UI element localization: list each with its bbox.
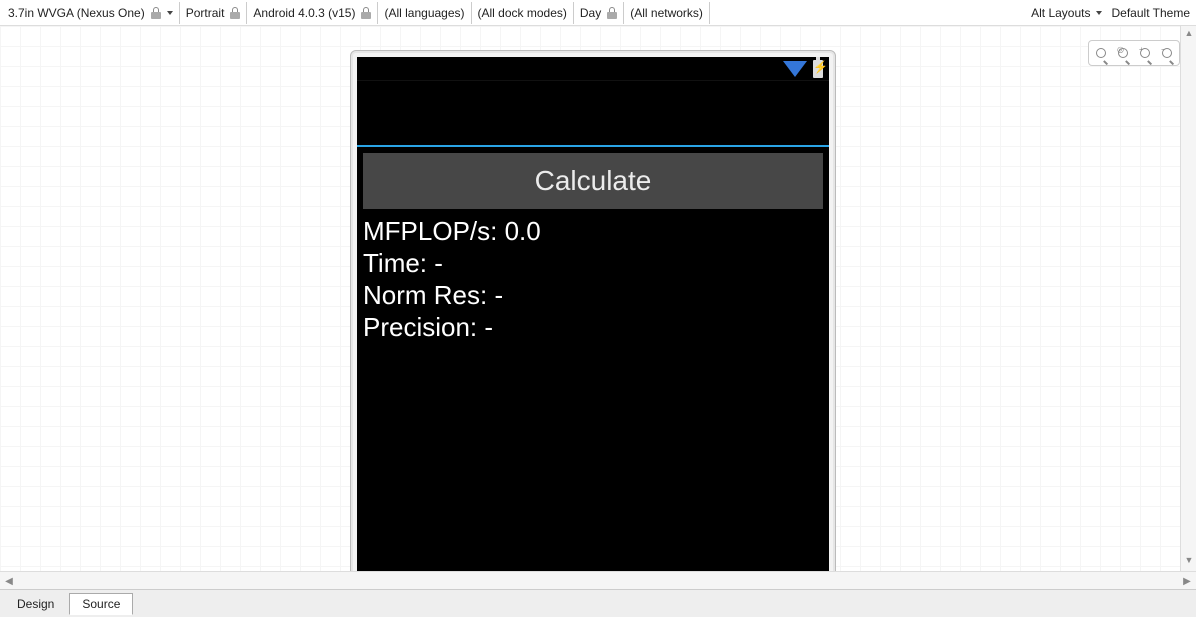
horizontal-scrollbar[interactable]: ◀ ▶ [0, 571, 1196, 589]
zoom-fit-button[interactable]: ◎ [1113, 43, 1133, 63]
device-selector[interactable]: 3.7in WVGA (Nexus One) [2, 2, 180, 24]
api-selector[interactable]: Android 4.0.3 (v15) [247, 2, 378, 24]
battery-charging-icon [813, 60, 823, 78]
theme-dropdown[interactable]: Default Theme [1112, 6, 1191, 20]
languages-label: (All languages) [384, 6, 464, 20]
dock-label: (All dock modes) [478, 6, 567, 20]
chevron-down-icon [1096, 11, 1102, 15]
results-panel: MFPLOP/s: 0.0 Time: - Norm Res: - Precis… [363, 209, 823, 343]
device-frame: Calculate MFPLOP/s: 0.0 Time: - Norm Res… [350, 50, 836, 571]
android-status-bar [357, 57, 829, 81]
android-action-bar [357, 81, 829, 147]
precision-text: Precision: - [363, 311, 823, 343]
dock-selector[interactable]: (All dock modes) [472, 2, 574, 24]
lock-icon [361, 7, 371, 19]
theme-label: Default Theme [1112, 6, 1191, 20]
tab-source[interactable]: Source [69, 593, 133, 615]
orientation-selector[interactable]: Portrait [180, 2, 248, 24]
daynight-selector[interactable]: Day [574, 2, 624, 24]
zoom-toolbar: ◎ + − [1088, 40, 1180, 66]
scroll-left-arrow-icon[interactable]: ◀ [2, 574, 16, 588]
lock-icon [230, 7, 240, 19]
editor-tabs: Design Source [0, 589, 1196, 617]
normres-text: Norm Res: - [363, 279, 823, 311]
vertical-scrollbar[interactable]: ▲ ▼ [1180, 26, 1196, 571]
calculate-button[interactable]: Calculate [363, 153, 823, 209]
networks-label: (All networks) [630, 6, 703, 20]
alt-layouts-label: Alt Layouts [1031, 6, 1090, 20]
scroll-down-arrow-icon[interactable]: ▼ [1183, 555, 1195, 569]
tab-design[interactable]: Design [4, 593, 67, 615]
alt-layouts-dropdown[interactable]: Alt Layouts [1031, 6, 1101, 20]
lock-icon [607, 7, 617, 19]
time-text: Time: - [363, 247, 823, 279]
zoom-out-button[interactable]: − [1157, 43, 1177, 63]
device-label: 3.7in WVGA (Nexus One) [8, 6, 145, 20]
scroll-right-arrow-icon[interactable]: ▶ [1180, 574, 1194, 588]
zoom-in-button[interactable]: + [1135, 43, 1155, 63]
chevron-down-icon [167, 11, 173, 15]
layout-config-bar: 3.7in WVGA (Nexus One) Portrait Android … [0, 0, 1196, 26]
languages-selector[interactable]: (All languages) [378, 2, 471, 24]
api-label: Android 4.0.3 (v15) [253, 6, 355, 20]
daynight-label: Day [580, 6, 601, 20]
mflops-text: MFPLOP/s: 0.0 [363, 215, 823, 247]
orientation-label: Portrait [186, 6, 225, 20]
device-screen: Calculate MFPLOP/s: 0.0 Time: - Norm Res… [357, 57, 829, 571]
signal-icon [783, 61, 807, 77]
zoom-reset-button[interactable] [1091, 43, 1111, 63]
app-content: Calculate MFPLOP/s: 0.0 Time: - Norm Res… [357, 147, 829, 349]
scroll-up-arrow-icon[interactable]: ▲ [1183, 28, 1195, 42]
layout-canvas: ◎ + − Calculate MFPLOP/s: 0.0 Time: - No… [0, 26, 1196, 571]
lock-icon [151, 7, 161, 19]
networks-selector[interactable]: (All networks) [624, 2, 710, 24]
